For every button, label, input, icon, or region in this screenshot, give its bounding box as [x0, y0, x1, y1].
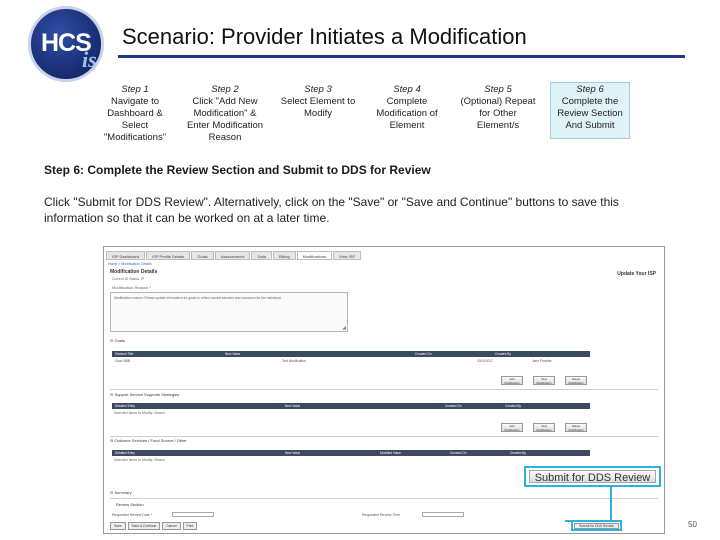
- step-2: Step 2 Click "Add New Modification" & En…: [186, 84, 264, 144]
- view-modification-button[interactable]: View Modification: [533, 376, 555, 385]
- step-text: Navigate to Dashboard & Select "Modifica…: [103, 96, 167, 143]
- section-heading: Step 6: Complete the Review Section and …: [44, 163, 431, 177]
- col-header: Created On: [450, 451, 467, 455]
- footer-button-group: Save Save & Continue Cancel Print: [110, 522, 198, 530]
- tab-goals[interactable]: Goals: [191, 251, 214, 260]
- col-header: Element Title: [115, 352, 134, 356]
- page-number: 50: [688, 520, 697, 529]
- goals-section-title: ⊖ Goals: [110, 338, 125, 343]
- description-text: Click "Submit for DDS Review". Alternati…: [44, 195, 619, 225]
- breadcrumb[interactable]: Home > Modification Details: [108, 262, 152, 266]
- step-text: Click "Add New Modification" & Enter Mod…: [186, 96, 264, 143]
- review-date-input[interactable]: [172, 512, 214, 517]
- col-header: Created On: [415, 352, 432, 356]
- support-section-title: ⊖ Support Service Supports Strategies: [110, 392, 180, 397]
- step-text: Complete Modification of Element: [376, 96, 438, 131]
- col-header: Created By: [495, 352, 511, 356]
- tab-assessments[interactable]: Assessments: [214, 251, 251, 260]
- col-header: New Value: [285, 451, 301, 455]
- divider: [110, 389, 658, 390]
- tab-billing[interactable]: Billing: [272, 251, 296, 260]
- cell: 10/10/2017: [477, 359, 493, 363]
- review-section-title: Review Section: [116, 502, 144, 507]
- step-3: Step 3 Select Element to Modify: [279, 84, 357, 120]
- review-date-label: Requested Review Date *: [112, 513, 153, 517]
- print-button[interactable]: Print: [182, 522, 198, 530]
- callout-connector: [565, 520, 612, 522]
- support-empty-text: Selected Items to Modify: Strand: [114, 411, 165, 415]
- title-rule: [118, 55, 685, 58]
- step-4: Step 4 Complete Modification of Element: [368, 84, 446, 132]
- support-button-group: Add Modification View Modification Delet…: [501, 423, 587, 432]
- id-status-line: Current ID Status: IP: [112, 277, 145, 281]
- cell: Goal: BBB: [115, 359, 130, 363]
- divider: [110, 498, 658, 499]
- step-text: Select Element to Modify: [280, 96, 356, 119]
- col-header: Created On: [445, 404, 462, 408]
- col-header: New Value: [285, 404, 301, 408]
- goals-button-group: Add Modification View Modification Delet…: [501, 376, 587, 385]
- save-button[interactable]: Save: [110, 522, 126, 530]
- outcome-section-title: ⊖ Outcome Services / Fund Source / Other: [110, 438, 187, 443]
- submit-callout-highlight: Submit for DDS Review: [524, 466, 661, 487]
- step-number: Step 4: [393, 84, 421, 95]
- tab-view-isp[interactable]: View ISP: [332, 251, 362, 260]
- step-number: Step 5: [484, 84, 512, 95]
- step-text: (Optional) Repeat for Other Element/s: [460, 96, 536, 131]
- add-modification-button[interactable]: Add Modification: [501, 423, 523, 432]
- review-time-label: Requested Review Time: [362, 513, 400, 517]
- step-number: Step 2: [211, 84, 239, 95]
- col-header: Modified Value: [380, 451, 401, 455]
- embedded-screenshot: ISP Dashboard ISP Profile Details Goals …: [103, 246, 665, 534]
- review-time-input[interactable]: [422, 512, 464, 517]
- tab-isp-profile[interactable]: ISP Profile Details: [146, 251, 191, 260]
- tab-data[interactable]: Data: [251, 251, 272, 260]
- col-header: New Value: [225, 352, 241, 356]
- add-modification-button[interactable]: Add Modification: [501, 376, 523, 385]
- col-header: Detailed Entry: [115, 451, 136, 455]
- cell: Jane Provider: [532, 359, 552, 363]
- outcome-empty-text: Selected Items to Modify: Strand: [114, 458, 165, 462]
- col-header: Created By: [505, 404, 521, 408]
- step-5: Step 5 (Optional) Repeat for Other Eleme…: [459, 84, 537, 132]
- view-modification-button[interactable]: View Modification: [533, 423, 555, 432]
- reason-text: Modification reason: Please update infor…: [114, 296, 282, 300]
- divider: [110, 436, 658, 437]
- save-continue-button[interactable]: Save & Continue: [127, 522, 161, 530]
- modification-reason-textarea[interactable]: Modification reason: Please update infor…: [110, 292, 348, 332]
- step-6: Step 6 Complete the Review Section And S…: [550, 82, 630, 139]
- step-number: Step 6: [576, 84, 604, 95]
- step-1: Step 1 Navigate to Dashboard & Select "M…: [96, 84, 174, 144]
- step-number: Step 1: [121, 84, 149, 95]
- step-number: Step 3: [304, 84, 332, 95]
- screenshot-tab-bar: ISP Dashboard ISP Profile Details Goals …: [106, 251, 362, 260]
- update-isp-link[interactable]: Update Your ISP: [617, 271, 656, 277]
- tab-modifications[interactable]: Modifications: [296, 251, 332, 260]
- tab-isp-dashboard[interactable]: ISP Dashboard: [106, 251, 146, 260]
- delete-modification-button[interactable]: Delete Modification: [565, 423, 587, 432]
- support-grid-header: Detailed Entry New Value Created On Crea…: [112, 403, 590, 409]
- page-title: Modification Details: [110, 269, 158, 275]
- col-header: Created By: [510, 451, 526, 455]
- logo-sub-text: is: [82, 47, 97, 72]
- goals-grid-header: Element Title New Value Created On Creat…: [112, 351, 590, 357]
- step-text: Complete the Review Section And Submit: [557, 96, 623, 131]
- cancel-button[interactable]: Cancel: [162, 522, 181, 530]
- cell: Text Modification: [282, 359, 306, 363]
- resize-handle-icon[interactable]: ◢: [342, 325, 346, 331]
- summary-section-title: ⊖ Summary: [110, 490, 132, 495]
- reason-label: Modification Reason *: [112, 285, 151, 290]
- col-header: Detailed Entry: [115, 404, 136, 408]
- table-row[interactable]: Goal: BBB Text Modification 10/10/2017 J…: [112, 359, 590, 375]
- outcome-grid-header: Detailed Entry New Value Modified Value …: [112, 450, 590, 456]
- submit-for-dds-review-button[interactable]: Submit for DDS Review: [529, 470, 656, 484]
- callout-connector: [610, 487, 612, 520]
- submit-for-dds-review-small-button[interactable]: Submit for DDS Review: [574, 523, 619, 529]
- hcsis-logo: HCS is: [28, 6, 104, 82]
- delete-modification-button[interactable]: Delete Modification: [565, 376, 587, 385]
- step-list: Step 1 Navigate to Dashboard & Select "M…: [96, 82, 631, 146]
- slide-title: Scenario: Provider Initiates a Modificat…: [122, 24, 527, 49]
